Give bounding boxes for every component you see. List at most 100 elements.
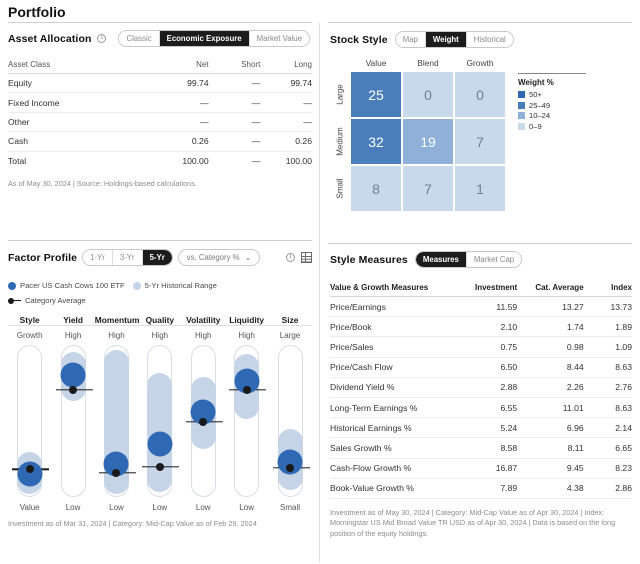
factor-bottom-label: Low	[195, 503, 211, 512]
row-label: Long-Term Earnings %	[330, 397, 457, 419]
factor-column-liquidity[interactable]	[225, 345, 268, 497]
cell-index: 8.63	[583, 357, 632, 378]
style-cell[interactable]: 0	[402, 71, 454, 118]
tab-3yr[interactable]: 3-Yr	[112, 250, 143, 265]
style-col-growth: Growth	[466, 58, 494, 68]
comparison-dropdown[interactable]: vs. Category % ⌄	[177, 249, 261, 266]
cell-investment: 7.89	[456, 478, 518, 499]
row-label: Price/Book	[330, 316, 457, 338]
factor-bottom-label: Low	[109, 503, 124, 512]
factor-column-yield[interactable]	[51, 345, 94, 497]
col-asset-class: Asset Class	[8, 58, 148, 74]
investment-point[interactable]	[147, 431, 173, 457]
tab-economic-exposure[interactable]: Economic Exposure	[159, 31, 250, 46]
factor-top-label: High	[238, 331, 255, 340]
col-net: Net	[147, 58, 209, 74]
legend-label: 10–24	[529, 111, 551, 121]
category-average-marker	[69, 385, 78, 394]
cell-index: 2.14	[583, 417, 632, 439]
style-cell[interactable]: 19	[402, 118, 454, 165]
info-icon[interactable]	[97, 33, 107, 43]
tab-measures[interactable]: Measures	[415, 252, 467, 267]
factor-column-style[interactable]	[8, 345, 51, 497]
table-grid-icon[interactable]	[301, 252, 312, 263]
style-cell[interactable]: 7	[402, 165, 454, 212]
table-row: Price/Earnings 11.59 13.27 13.73	[330, 296, 632, 318]
style-cell[interactable]: 7	[454, 118, 506, 165]
cell-net: 99.74	[147, 73, 209, 94]
cell-index: 13.73	[583, 296, 632, 318]
investment-point[interactable]	[60, 362, 86, 388]
tab-weight[interactable]: Weight	[425, 32, 467, 47]
cell-short: —	[208, 131, 261, 152]
tab-market-cap[interactable]: Market Cap	[466, 252, 522, 267]
factor-name: Liquidity	[229, 315, 265, 325]
cell-index: 6.65	[583, 437, 632, 459]
style-measures-panel: Style Measures Measures Market Cap Value…	[330, 251, 632, 540]
factor-top-label: High	[108, 331, 125, 340]
cell-short: —	[208, 92, 261, 113]
style-measures-title: Style Measures	[330, 253, 408, 266]
factor-column-size[interactable]	[268, 345, 311, 497]
chevron-down-icon: ⌄	[244, 253, 252, 262]
factor-top-label: High	[195, 331, 212, 340]
cell-long: —	[260, 112, 312, 133]
stock-style-panel: Stock Style Map Weight Historical Value …	[330, 31, 632, 218]
row-label: Cash	[8, 131, 148, 152]
factor-column-quality[interactable]	[138, 345, 181, 497]
legend-swatch	[518, 122, 525, 130]
row-label: Price/Earnings	[330, 296, 457, 318]
legend-average: Category Average	[8, 296, 86, 305]
factor-top-label: Growth	[16, 331, 43, 340]
cell-cat: 6.96	[517, 417, 584, 439]
factor-bottom-labels: Value Low Low Low Low Low Small	[8, 503, 312, 512]
row-label: Other	[8, 112, 148, 133]
stock-style-tabs[interactable]: Map Weight Historical	[394, 31, 514, 48]
style-cell[interactable]: 0	[454, 71, 506, 118]
table-row: Price/Sales 0.75 0.98 1.09	[330, 336, 632, 358]
factor-column-momentum[interactable]	[95, 345, 138, 497]
cell-investment: 6.50	[456, 357, 518, 378]
category-average-icon	[8, 298, 21, 304]
cell-cat: 8.44	[517, 357, 584, 378]
factor-bottom-label: Small	[280, 503, 301, 512]
style-cell[interactable]: 8	[350, 165, 402, 212]
total-net: 100.00	[147, 150, 209, 170]
col-short: Short	[208, 58, 261, 74]
factor-profile-footnote: Investment as of Mar 31, 2024 | Category…	[8, 519, 257, 528]
tab-classic[interactable]: Classic	[119, 31, 160, 46]
tab-5yr[interactable]: 5-Yr	[142, 250, 172, 265]
cell-net: —	[147, 92, 209, 113]
tab-market-value[interactable]: Market Value	[249, 31, 309, 46]
tab-1yr[interactable]: 1-Yr	[83, 250, 113, 265]
asset-allocation-tabs[interactable]: Classic Economic Exposure Market Value	[118, 30, 310, 47]
cell-short: —	[208, 73, 261, 94]
info-icon[interactable]	[286, 252, 295, 262]
legend-swatch	[518, 101, 525, 109]
category-average-marker	[199, 418, 208, 426]
style-col-value: Value	[365, 58, 387, 68]
style-cell[interactable]: 1	[454, 165, 506, 212]
factor-period-tabs[interactable]: 1-Yr 3-Yr 5-Yr	[82, 249, 173, 266]
stock-style-title: Stock Style	[330, 33, 388, 46]
cell-net: 0.26	[147, 131, 209, 152]
tab-historical[interactable]: Historical	[466, 32, 513, 47]
style-cell[interactable]: 32	[350, 118, 402, 165]
row-label: Equity	[8, 73, 148, 94]
style-measures-tabs[interactable]: Measures Market Cap	[414, 251, 523, 268]
table-row: Fixed Income — — —	[8, 92, 312, 113]
col-investment: Investment	[456, 281, 518, 297]
comparison-label: vs. Category %	[186, 253, 240, 262]
factor-top-label: Large	[279, 331, 301, 340]
table-row: Dividend Yield % 2.88 2.26 2.76	[330, 377, 632, 398]
tab-map[interactable]: Map	[395, 32, 426, 47]
table-row: Book-Value Growth % 7.89 4.38 2.86	[330, 478, 632, 499]
portfolio-page: Portfolio Asset Allocation Classic Econo…	[0, 0, 640, 564]
factor-bottom-label: Low	[239, 503, 254, 512]
factor-column-volatility[interactable]	[182, 345, 225, 497]
col-index: Index	[583, 281, 632, 297]
legend-label: 0–9	[529, 121, 542, 131]
style-cell[interactable]: 25	[350, 71, 402, 118]
historical-range-icon	[132, 281, 141, 290]
col-cat-average: Cat. Average	[517, 281, 584, 297]
